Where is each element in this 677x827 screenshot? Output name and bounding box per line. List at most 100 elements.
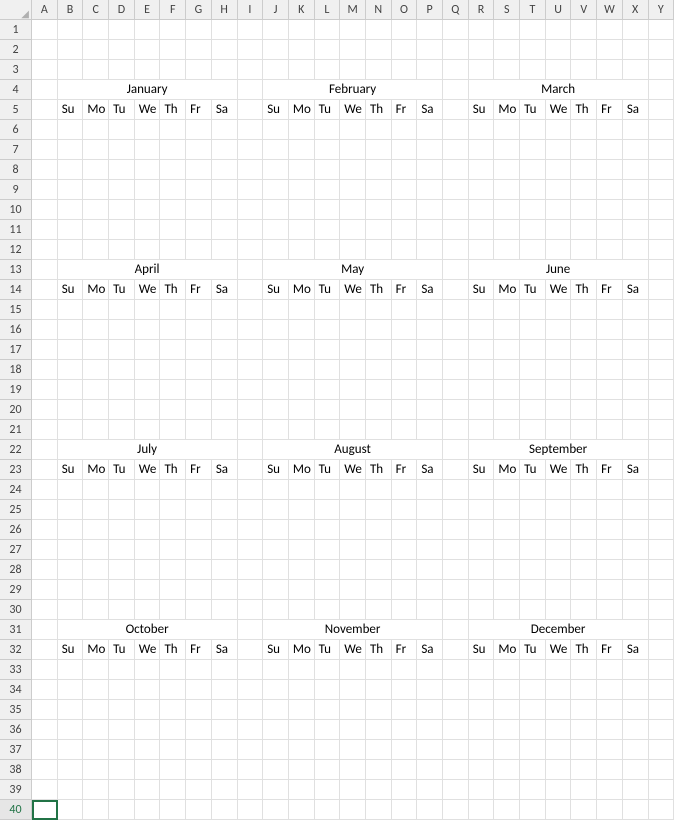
cell[interactable] [289,120,315,140]
cell[interactable] [238,680,264,700]
cell[interactable] [623,580,649,600]
cell[interactable] [83,240,109,260]
cell[interactable] [649,560,675,580]
cell[interactable] [494,200,520,220]
cell[interactable] [83,60,109,80]
cell[interactable] [546,760,572,780]
weekday-label[interactable]: Fr [392,640,418,660]
cell[interactable] [623,340,649,360]
cell[interactable] [597,320,623,340]
cell[interactable] [289,40,315,60]
cell[interactable] [135,120,161,140]
cell[interactable] [571,660,597,680]
cell[interactable] [469,720,495,740]
cell[interactable] [417,220,443,240]
cell[interactable] [494,60,520,80]
cell[interactable] [238,220,264,240]
weekday-label[interactable]: Fr [392,100,418,120]
cell[interactable] [32,200,58,220]
cell[interactable] [238,560,264,580]
cell[interactable] [392,300,418,320]
cell[interactable] [366,140,392,160]
cell[interactable] [238,200,264,220]
cell[interactable] [366,20,392,40]
cell[interactable] [32,100,58,120]
cell[interactable] [546,500,572,520]
cell[interactable] [135,580,161,600]
cell[interactable] [494,220,520,240]
cell[interactable] [109,760,135,780]
cell[interactable] [32,360,58,380]
weekday-label[interactable]: Tu [520,460,546,480]
cell[interactable] [443,780,469,800]
weekday-label[interactable]: We [340,460,366,480]
cell[interactable] [315,20,341,40]
cell[interactable] [263,140,289,160]
cell[interactable] [571,680,597,700]
cell[interactable] [83,180,109,200]
cell[interactable] [58,140,84,160]
cell[interactable] [469,660,495,680]
weekday-label[interactable]: Th [366,280,392,300]
cell[interactable] [109,240,135,260]
cell[interactable] [186,500,212,520]
cell[interactable] [109,520,135,540]
cell[interactable] [32,180,58,200]
row-header[interactable]: 8 [0,160,32,180]
weekday-label[interactable]: Tu [315,640,341,660]
cell[interactable] [392,160,418,180]
cell[interactable] [366,240,392,260]
cell[interactable] [340,580,366,600]
cell[interactable] [160,520,186,540]
cell[interactable] [109,800,135,820]
cell[interactable] [263,760,289,780]
column-header[interactable]: H [212,0,238,20]
cell[interactable] [160,500,186,520]
cell[interactable] [340,760,366,780]
cell[interactable] [520,60,546,80]
cell[interactable] [315,480,341,500]
cell[interactable] [443,140,469,160]
cell[interactable] [186,380,212,400]
cell[interactable] [263,780,289,800]
row-header[interactable]: 36 [0,720,32,740]
cell[interactable] [135,200,161,220]
cell[interactable] [315,60,341,80]
weekday-label[interactable]: Su [58,100,84,120]
cell[interactable] [469,200,495,220]
cell[interactable] [366,520,392,540]
cell[interactable] [238,180,264,200]
cell[interactable] [623,20,649,40]
cell[interactable] [315,520,341,540]
weekday-label[interactable]: Sa [212,100,238,120]
cell[interactable] [494,720,520,740]
cell[interactable] [109,560,135,580]
cell[interactable] [315,320,341,340]
cell[interactable] [469,540,495,560]
cell[interactable] [649,180,675,200]
cell[interactable] [417,540,443,560]
cell[interactable] [315,120,341,140]
cell[interactable] [443,420,469,440]
cell[interactable] [469,180,495,200]
cell[interactable] [520,200,546,220]
weekday-label[interactable]: Sa [212,640,238,660]
cell[interactable] [160,20,186,40]
cell[interactable] [212,720,238,740]
cell[interactable] [417,500,443,520]
cell[interactable] [186,20,212,40]
cell[interactable] [571,360,597,380]
column-header[interactable]: M [340,0,366,20]
cell[interactable] [58,120,84,140]
cell[interactable] [366,660,392,680]
cell[interactable] [263,20,289,40]
cell[interactable] [109,540,135,560]
cell[interactable] [571,480,597,500]
cell[interactable] [160,740,186,760]
cell[interactable] [443,580,469,600]
cell[interactable] [289,580,315,600]
cell[interactable] [443,100,469,120]
cell[interactable] [392,540,418,560]
cell[interactable] [469,560,495,580]
cell[interactable] [366,40,392,60]
